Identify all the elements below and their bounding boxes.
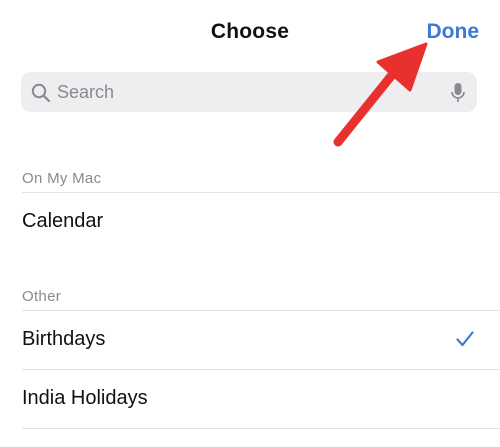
search-bar[interactable] (21, 72, 477, 112)
section-header-on-my-mac: On My Mac (22, 170, 102, 187)
checkmark-icon (456, 331, 474, 347)
list-item-label: Birthdays (22, 328, 106, 350)
calendar-chooser-sheet: Choose Done On My Mac Calendar Other Bir… (0, 0, 500, 447)
list-item-calendar[interactable]: Calendar (0, 193, 500, 251)
search-input[interactable] (57, 72, 437, 112)
page-title: Choose (210, 20, 290, 43)
section-header-other: Other (22, 288, 62, 305)
list-item-birthdays[interactable]: Birthdays (0, 311, 500, 369)
search-icon (31, 83, 51, 103)
divider (22, 428, 500, 429)
list-item-label: Calendar (22, 210, 104, 232)
done-button[interactable]: Done (427, 20, 480, 44)
list-item-label: India Holidays (22, 387, 148, 409)
microphone-icon[interactable] (451, 82, 465, 104)
list-item-india-holidays[interactable]: India Holidays (0, 370, 500, 428)
